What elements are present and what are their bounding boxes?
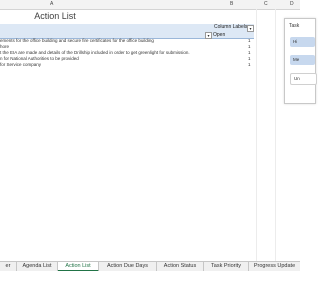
- sheet-title: Action List: [34, 11, 76, 21]
- column-labels-dropdown-icon[interactable]: ▾: [247, 25, 254, 32]
- row-count: 1: [248, 50, 251, 55]
- tab-agenda-list[interactable]: Agenda List: [17, 262, 58, 271]
- status-area: [0, 271, 300, 300]
- slicer-item-medium[interactable]: Me: [290, 55, 315, 65]
- tab-overview[interactable]: er: [0, 262, 17, 271]
- row-count: 1: [248, 56, 251, 61]
- task-slicer[interactable]: Task Hi Me Un: [284, 18, 317, 104]
- row-count: 1: [248, 62, 251, 67]
- column-header-d[interactable]: D: [290, 1, 294, 7]
- slicer-title: Task: [289, 23, 300, 29]
- pivot-column-labels: Column Labels: [214, 24, 248, 30]
- column-header-b[interactable]: B: [230, 1, 233, 7]
- row-label: n for National Authorities to be provide…: [0, 56, 79, 61]
- column-header-a[interactable]: A: [50, 1, 53, 7]
- row-label: ements for the office building and secur…: [0, 38, 154, 43]
- tab-action-due-days[interactable]: Action Due Days: [99, 262, 157, 271]
- grid-line: [256, 9, 257, 261]
- tab-task-priority[interactable]: Task Priority: [204, 262, 249, 271]
- row-label: for Service company: [0, 62, 42, 67]
- tab-action-status[interactable]: Action Status: [157, 262, 204, 271]
- column-header-c[interactable]: C: [264, 1, 268, 7]
- row-count: 1: [248, 38, 251, 43]
- grid-line: [275, 9, 276, 261]
- slicer-item-unassigned[interactable]: Un: [290, 73, 317, 85]
- row-label: t the EIA are made and details of the Dr…: [0, 50, 190, 55]
- column-header-bar: A B C D: [0, 0, 300, 10]
- row-count: 1: [248, 44, 251, 49]
- row-label: hore: [0, 44, 10, 49]
- tab-progress-update[interactable]: Progress Update: [249, 262, 300, 271]
- slicer-item-high[interactable]: Hi: [290, 37, 315, 47]
- table-row[interactable]: for Service company 1: [0, 62, 256, 68]
